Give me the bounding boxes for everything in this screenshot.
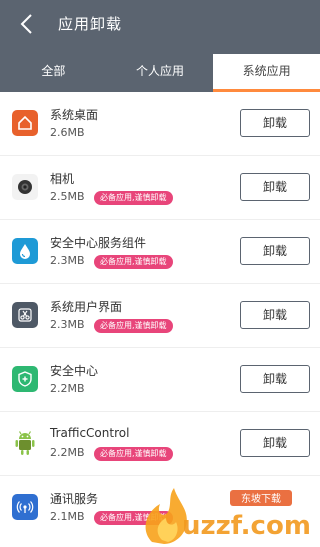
essential-app-badge: 必备应用,谨慎卸载 (94, 319, 173, 333)
shield-icon (12, 366, 38, 392)
uninstall-button[interactable]: 卸载 (240, 173, 310, 201)
app-size: 2.1MB (50, 510, 85, 523)
list-item: 安全中心服务组件 2.3MB 必备应用,谨慎卸载 卸载 (0, 220, 320, 284)
essential-app-badge: 必备应用,谨慎卸载 (94, 191, 173, 205)
app-name: 安全中心 (50, 364, 99, 378)
list-item: 相机 2.5MB 必备应用,谨慎卸载 卸载 (0, 156, 320, 220)
uninstall-button[interactable]: 卸载 (240, 429, 310, 457)
tab-system-apps[interactable]: 系统应用 (213, 54, 320, 92)
water-drop-icon (12, 238, 38, 264)
app-name: 通讯服务 (50, 492, 99, 506)
app-size: 2.5MB (50, 190, 85, 203)
home-icon (12, 110, 38, 136)
app-size: 2.3MB (50, 254, 85, 267)
app-size: 2.2MB (50, 446, 85, 459)
app-name: 相机 (50, 172, 75, 186)
app-name: 系统用户界面 (50, 300, 123, 314)
scissors-icon (12, 302, 38, 328)
back-button[interactable] (12, 10, 40, 38)
chevron-left-icon (20, 14, 32, 34)
app-list: 系统桌面 2.6MB 卸载 相机 2.5MB 必备应用,谨慎卸载 卸载 安全中心… (0, 92, 320, 540)
list-item: 系统用户界面 2.3MB 必备应用,谨慎卸载 卸载 (0, 284, 320, 348)
list-item: 通讯服务 2.1MB 必备应用,谨慎卸载 (0, 476, 320, 540)
list-item: 安全中心 2.2MB 卸载 (0, 348, 320, 412)
app-size: 2.2MB (50, 382, 85, 395)
uninstall-button[interactable]: 卸载 (240, 109, 310, 137)
essential-app-badge: 必备应用,谨慎卸载 (94, 511, 173, 525)
uninstall-button[interactable]: 卸载 (240, 301, 310, 329)
app-size: 2.3MB (50, 318, 85, 331)
tab-personal-apps[interactable]: 个人应用 (107, 54, 214, 92)
uninstall-button[interactable]: 卸载 (240, 237, 310, 265)
app-name: TrafficControl (50, 426, 130, 440)
app-header: 应用卸载 全部 个人应用 系统应用 (0, 0, 320, 92)
tab-bar: 全部 个人应用 系统应用 (0, 54, 320, 92)
app-name: 系统桌面 (50, 108, 99, 122)
uninstall-button[interactable]: 卸载 (240, 365, 310, 393)
page-title: 应用卸载 (58, 15, 123, 33)
app-size: 2.6MB (50, 126, 85, 139)
signal-icon (12, 494, 38, 520)
essential-app-badge: 必备应用,谨慎卸载 (94, 255, 173, 269)
list-item: TrafficControl 2.2MB 必备应用,谨慎卸载 卸载 (0, 412, 320, 476)
tab-all[interactable]: 全部 (0, 54, 107, 92)
list-item: 系统桌面 2.6MB 卸载 (0, 92, 320, 156)
camera-icon (12, 174, 38, 200)
android-icon (12, 430, 38, 456)
essential-app-badge: 必备应用,谨慎卸载 (94, 447, 173, 461)
app-name: 安全中心服务组件 (50, 236, 147, 250)
